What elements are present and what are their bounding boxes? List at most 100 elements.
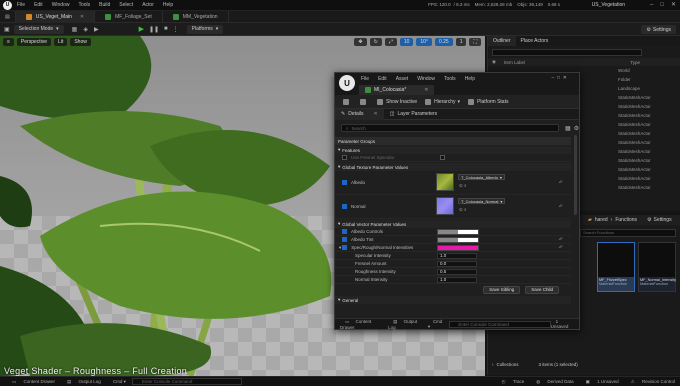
derived-data-button[interactable]: ◍ Derived Data — [530, 379, 573, 385]
cinematics-icon[interactable]: ▶ — [94, 26, 99, 33]
content-icon[interactable]: ▦ — [72, 26, 78, 33]
platforms-dropdown[interactable]: Platforms ▾ — [186, 24, 224, 34]
param-enable-checkbox[interactable] — [342, 155, 347, 160]
function-search-input[interactable]: Search Functions — [580, 229, 676, 237]
browse-icon[interactable] — [360, 98, 369, 105]
mi-menu-edit[interactable]: Edit — [378, 76, 387, 82]
outliner-row[interactable]: StaticMeshActor — [618, 165, 680, 174]
save-icon[interactable] — [343, 98, 352, 105]
lit-button[interactable]: Lit — [54, 38, 68, 46]
reset-icon[interactable]: ↶ — [559, 245, 563, 251]
tab-place-actors[interactable]: Place Actors — [516, 36, 554, 46]
normal-texture-dropdown[interactable]: T_Colocasia_Normal ▾ — [458, 198, 506, 204]
outliner-row[interactable]: StaticMeshActor — [618, 129, 680, 138]
menu-help[interactable]: Help — [163, 2, 173, 8]
reset-icon[interactable]: ↶ — [559, 237, 563, 243]
content-settings-label[interactable]: Settings — [654, 217, 672, 223]
minimize-icon[interactable]: – — [650, 2, 653, 8]
pause-icon[interactable]: ❚❚ — [149, 26, 159, 33]
section-general[interactable]: ▾ General — [335, 296, 571, 304]
hierarchy-button[interactable]: Hierarchy ▾ — [425, 98, 460, 105]
scale-icon[interactable]: ⤢ — [384, 38, 397, 46]
cmd-dropdown[interactable]: Cmd ▾ — [107, 379, 126, 385]
normal-intensity-input[interactable]: 1.0 — [437, 276, 477, 283]
tab-level[interactable]: US_Veget_Main ✕ — [15, 10, 96, 23]
outliner-row[interactable]: Folder — [618, 75, 680, 84]
save-child-button[interactable]: Save Child — [525, 285, 559, 294]
param-enable-checkbox[interactable] — [342, 245, 348, 250]
collections-label[interactable]: Collections — [497, 362, 519, 367]
more-options-icon[interactable]: ⋮ — [173, 26, 179, 33]
blueprint-icon[interactable]: ◈ — [83, 26, 88, 33]
selection-mode-dropdown[interactable]: Selection Mode ▾ — [13, 24, 64, 34]
reset-icon[interactable]: ↶ — [559, 204, 563, 210]
menu-select[interactable]: Select — [119, 2, 133, 8]
param-value-checkbox[interactable] — [440, 155, 445, 160]
revision-control-button[interactable]: ⚠ Revision Control — [625, 379, 675, 385]
mi-menu-window[interactable]: Window — [417, 76, 435, 82]
outliner-row[interactable]: StaticMeshActor — [618, 183, 680, 192]
eye-icon[interactable]: ◉ — [492, 59, 496, 65]
trace-button[interactable]: ◴ Trace — [496, 379, 525, 385]
maximize-viewport-icon[interactable]: ⛶ — [469, 38, 481, 46]
param-enable-checkbox[interactable] — [342, 229, 347, 234]
mi-menu-tools[interactable]: Tools — [444, 76, 456, 82]
param-enable-checkbox[interactable] — [342, 237, 347, 242]
gear-icon[interactable]: ⚙ — [647, 217, 651, 223]
outliner-row[interactable]: StaticMeshActor — [618, 120, 680, 129]
tab-foliage[interactable]: MF_Foliage_Set — [95, 10, 163, 23]
details-search-input[interactable]: ⌕ Search — [341, 124, 559, 132]
mi-menu-asset[interactable]: Asset — [396, 76, 409, 82]
outliner-row[interactable]: World — [618, 66, 680, 75]
section-vector-values[interactable]: ▾ Global Vector Parameter Values — [335, 220, 571, 228]
close-icon[interactable]: ✕ — [671, 1, 676, 8]
col-item-label[interactable]: Item Label — [504, 60, 525, 65]
content-drawer-button[interactable]: ▭ Content Drawer — [340, 319, 383, 330]
tab-details[interactable]: ✎ Details ✕ — [335, 108, 384, 120]
console-input[interactable]: Enter Console Command — [131, 378, 242, 385]
param-enable-checkbox[interactable] — [342, 180, 347, 185]
color-swatch[interactable] — [437, 236, 479, 243]
close-icon[interactable]: ✕ — [374, 111, 378, 117]
play-icon[interactable]: ▶ — [139, 25, 144, 33]
menu-window[interactable]: Window — [52, 2, 70, 8]
outliner-row[interactable]: StaticMeshActor — [618, 93, 680, 102]
asset-thumbnail[interactable]: MF_FrizzetSpec MaterialFunction — [597, 242, 635, 292]
outliner-row[interactable]: StaticMeshActor — [618, 102, 680, 111]
col-type[interactable]: Type — [630, 60, 640, 65]
normal-texture-thumbnail[interactable] — [436, 197, 454, 215]
translate-icon[interactable]: ✥ — [354, 38, 367, 46]
section-parameter-groups[interactable]: Parameter Groups — [335, 137, 571, 145]
tab-close-icon[interactable]: ✕ — [80, 14, 84, 20]
outliner-search-input[interactable] — [492, 48, 642, 56]
content-drawer-button[interactable]: ▭ Content Drawer — [6, 379, 55, 385]
scale-snap-button[interactable]: 0.25 — [434, 38, 453, 46]
menu-build[interactable]: Build — [99, 2, 110, 8]
rotate-icon[interactable]: ↻ — [369, 38, 382, 46]
asset-thumbnail[interactable]: MF_Normal_Intensity MaterialFunction — [638, 242, 676, 292]
rotation-snap-button[interactable]: 10° — [416, 38, 432, 46]
outliner-row[interactable]: StaticMeshActor — [618, 156, 680, 165]
settings-button[interactable]: ⚙ Settings — [641, 25, 676, 34]
console-input[interactable]: Enter Console Command — [449, 320, 551, 328]
output-log-button[interactable]: ▤ Output Log — [388, 319, 423, 330]
unsaved-indicator[interactable]: 1 Unsaved — [551, 319, 575, 329]
output-log-button[interactable]: ▤ Output Log — [61, 379, 101, 385]
unsaved-button[interactable]: ▣ 1 Unsaved — [580, 379, 619, 385]
tab-layer-parameters[interactable]: ◫ Layer Parameters — [384, 109, 443, 120]
param-enable-checkbox[interactable] — [342, 204, 347, 209]
outliner-row[interactable]: StaticMeshActor — [618, 147, 680, 156]
color-swatch[interactable] — [437, 228, 479, 235]
show-inactive-button[interactable]: Show Inactive — [377, 98, 417, 105]
spec-rough-color-swatch[interactable] — [437, 244, 479, 251]
mi-menu-file[interactable]: File — [361, 76, 369, 82]
camera-speed-button[interactable]: 1 — [455, 38, 467, 46]
menu-file[interactable]: File — [17, 2, 25, 8]
section-texture-values[interactable]: ▾ Global Texture Parameter Values — [335, 163, 571, 171]
roughness-intensity-input[interactable]: 0.5 — [437, 268, 477, 275]
stop-icon[interactable]: ■ — [164, 26, 168, 32]
outliner-row[interactable]: StaticMeshActor — [618, 138, 680, 147]
menu-edit[interactable]: Edit — [34, 2, 43, 8]
tab-outliner[interactable]: Outliner — [488, 36, 516, 46]
section-features[interactable]: ▾ Features — [335, 146, 571, 154]
